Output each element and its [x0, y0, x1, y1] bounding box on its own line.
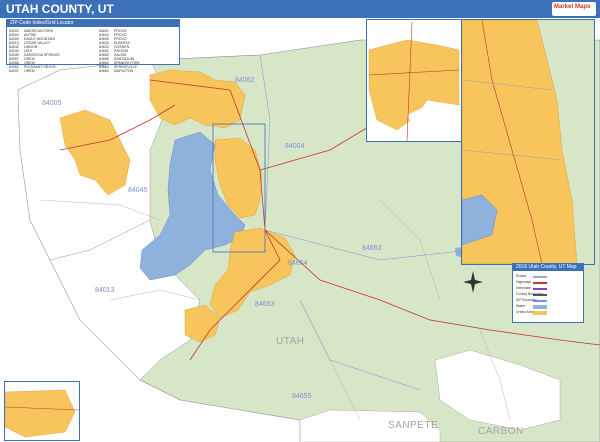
- zip-index-entry: 84664: [99, 69, 109, 73]
- zip-label: 84005: [42, 100, 62, 107]
- inset-southwest-canvas: [5, 382, 79, 440]
- inset-map-central[interactable]: [461, 19, 595, 265]
- legend-panel: 2016 Utah County, UT Map Roads Highways …: [512, 263, 584, 323]
- zip-label: 84045: [128, 187, 148, 194]
- zip-index-col: PROVO PROVO PROVO ELBERTA GOSHEN PAYSON SALEM S…: [114, 29, 140, 73]
- legend-item: Water: [516, 304, 526, 308]
- brand-logo-text: Market Maps: [554, 4, 591, 10]
- legend-item: Interstate: [516, 286, 531, 290]
- legend-swatch: [533, 311, 547, 315]
- legend-heading: 2016 Utah County, UT Map: [513, 264, 583, 271]
- county-label: SANPETE: [388, 420, 438, 431]
- brand-logo: Market Maps: [552, 2, 596, 16]
- zip-index-col: 84003 84004 84005 84013 84042 84043 84045 84057…: [9, 29, 19, 73]
- zip-label: 84664: [288, 260, 308, 267]
- zip-index-entry: 84097: [9, 69, 19, 73]
- zip-label: 84004: [285, 143, 305, 150]
- zip-label: 84013: [95, 287, 115, 294]
- legend-item: Roads: [516, 274, 527, 278]
- zip-label: 84663: [362, 245, 382, 252]
- legend-swatch: [533, 288, 547, 290]
- zip-index-heading: ZIP Code Index/Grid Locator: [7, 20, 179, 27]
- zip-label: 84655: [292, 393, 312, 400]
- zip-index-entry: MAPLETON: [114, 69, 134, 73]
- compass-rose-icon: [463, 271, 483, 293]
- legend-item: Urban Area: [516, 310, 534, 314]
- zip-index-col: AMERICAN FORK ALPINE EAGLE MOUNTAIN CEDAR V…: [24, 29, 60, 73]
- inset-map-southwest[interactable]: [4, 381, 80, 441]
- county-label: UTAH: [276, 336, 304, 347]
- legend-swatch: [533, 305, 547, 309]
- map-title: UTAH COUNTY, UT: [6, 2, 114, 16]
- legend-swatch: [533, 276, 547, 278]
- zip-index-entry: OREM: [24, 69, 35, 73]
- inset-map-north[interactable]: [366, 19, 462, 142]
- legend-swatch: [533, 282, 547, 284]
- inset-central-canvas: [462, 20, 594, 264]
- county-label: CARBON: [478, 426, 524, 437]
- legend-swatch: [533, 300, 547, 302]
- zip-index-col: 84601 84604 84606 84626 84633 84651 84653 84655…: [99, 29, 109, 73]
- zip-index-panel: ZIP Code Index/Grid Locator 84003 84004 84…: [6, 19, 180, 73]
- inset-north-canvas: [367, 20, 461, 141]
- zip-label: 84653: [255, 301, 275, 308]
- legend-swatch: [533, 294, 547, 296]
- title-bar: UTAH COUNTY, UT Market Maps: [0, 0, 600, 18]
- legend-item: Highways: [516, 280, 532, 284]
- zip-label: 84062: [235, 77, 255, 84]
